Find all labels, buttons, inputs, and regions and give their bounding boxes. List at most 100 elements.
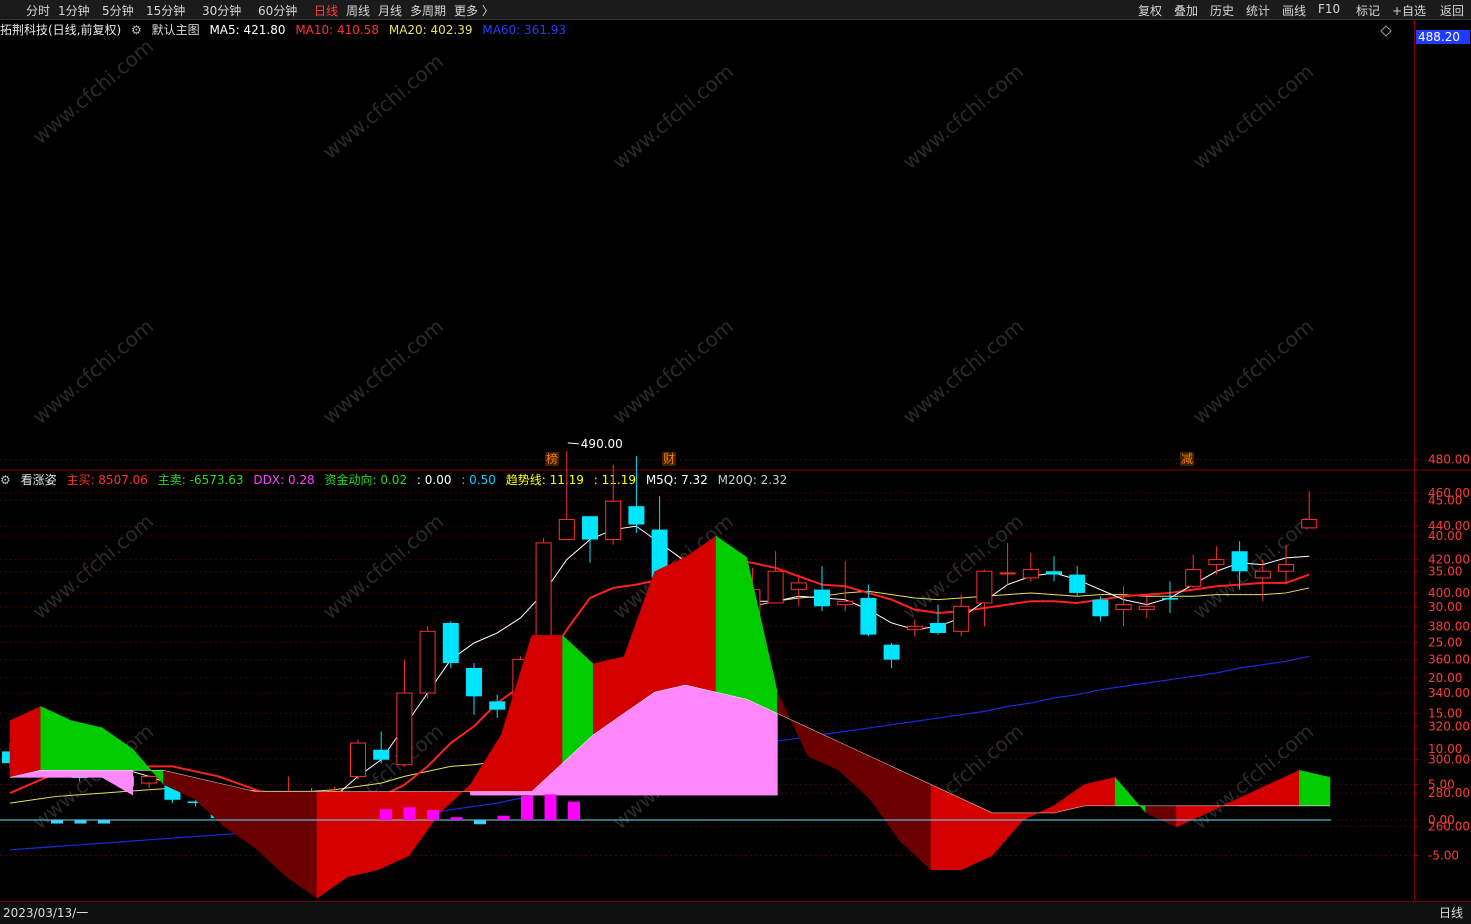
indicator-band-segment <box>40 706 72 771</box>
ddx-bar <box>474 820 486 825</box>
indicator-pink-area <box>715 691 747 796</box>
indicator-pink-area <box>685 684 717 796</box>
indicator-band-segment <box>1299 769 1331 807</box>
ddx-bar <box>98 820 110 824</box>
indicator-band-segment <box>408 791 441 857</box>
indicator-band-segment <box>378 791 410 871</box>
candle-body <box>141 775 158 784</box>
period-indicator[interactable]: 日线 <box>1439 904 1463 921</box>
event-tag: 减 <box>1181 452 1193 466</box>
watermark-text: www.cfchi.com <box>1188 314 1318 429</box>
candle-body <box>1278 564 1294 572</box>
ddx-bar <box>497 815 510 820</box>
indicator-band-segment <box>1145 805 1177 828</box>
high-price-annotation: 490.00 <box>581 437 623 451</box>
indicator-band-segment <box>316 791 348 899</box>
candle-body <box>373 749 390 760</box>
candle-body <box>535 542 552 652</box>
candle-body <box>1115 604 1132 611</box>
indicator-band-segment <box>992 812 1024 857</box>
indicator-tick-label: 5.00 <box>1428 778 1455 792</box>
candle-body <box>767 570 784 604</box>
candle-body <box>558 519 575 541</box>
candle-body <box>419 630 436 694</box>
price-tick-label: 380.00 <box>1428 619 1470 633</box>
indicator-tick-label: 15.00 <box>1428 707 1462 721</box>
current-price-tag: 488.20 <box>1416 30 1470 44</box>
ddx-bar <box>427 810 439 820</box>
indicator-band-segment <box>347 791 379 878</box>
watermark-text: www.cfchi.com <box>898 59 1028 174</box>
indicator-band-segment <box>1114 776 1147 814</box>
candle-body <box>814 589 830 607</box>
indicator-pink-area <box>654 684 686 796</box>
watermark-text: www.cfchi.com <box>318 509 448 624</box>
indicator-band-segment <box>1268 769 1300 807</box>
candle-body <box>396 692 413 766</box>
ddx-bar <box>403 807 416 820</box>
candle-body <box>1185 569 1202 587</box>
stock-chart-canvas[interactable]: www.cfchi.com www.cfchi.com www.cfchi.com w… <box>0 0 1471 901</box>
watermark-text: www.cfchi.com <box>28 509 158 624</box>
ddx-bar <box>74 820 87 824</box>
indicator-band-segment <box>1084 777 1116 807</box>
indicator-tick-label: -5.00 <box>1428 849 1459 863</box>
indicator-tick-label: 10.00 <box>1428 742 1462 756</box>
high-price-arrow <box>567 442 579 445</box>
candle-body <box>442 622 459 663</box>
watermark-text: www.cfchi.com <box>1188 59 1318 174</box>
candle-body <box>953 605 970 632</box>
candle-body <box>466 668 482 697</box>
candle-body <box>930 622 946 633</box>
candle-body <box>350 742 366 777</box>
candle-body <box>860 597 877 635</box>
indicator-band-segment <box>685 535 717 693</box>
candle-body <box>837 600 854 606</box>
price-tick-label: 480.00 <box>1428 453 1470 467</box>
watermark-text: www.cfchi.com <box>28 34 158 149</box>
watermark-text: www.cfchi.com <box>898 314 1028 429</box>
indicator-band-segment <box>715 535 747 700</box>
watermark-text: www.cfchi.com <box>1188 509 1318 624</box>
candle-body <box>605 500 622 541</box>
indicator-band-segment <box>1053 784 1085 814</box>
event-tag: 榜 <box>546 451 558 466</box>
candle-body <box>1254 570 1271 579</box>
indicator-band-segment <box>777 692 809 757</box>
price-tick-label: 320.00 <box>1428 719 1470 733</box>
indicator-pink-area <box>470 791 502 796</box>
indicator-band-segment <box>838 741 870 800</box>
ddx-bar <box>544 794 557 820</box>
indicator-tick-label: 45.00 <box>1428 494 1462 508</box>
watermark-text: www.cfchi.com <box>318 49 448 164</box>
cursor-date: 2023/03/13/一 <box>3 906 89 920</box>
candle-body <box>1092 599 1109 617</box>
indicator-band-segment <box>224 784 256 849</box>
time-axis-bar: 2023/03/13/一 日线 <box>0 901 1471 924</box>
candle-body <box>489 701 506 710</box>
indicator-pink-area <box>71 770 103 778</box>
candle-body <box>582 516 598 540</box>
indicator-band-segment <box>470 733 502 792</box>
ddx-bar <box>568 801 580 820</box>
indicator-band-segment <box>9 706 41 778</box>
event-tag: 财 <box>663 452 675 466</box>
watermark-text: www.cfchi.com <box>608 314 738 429</box>
indicator-band-segment <box>71 720 103 771</box>
ddx-bar <box>380 809 392 820</box>
candle-body <box>1162 597 1178 600</box>
candle-body <box>976 570 993 604</box>
watermark-text: www.cfchi.com <box>28 314 158 429</box>
candle-body <box>999 572 1016 575</box>
candle-body <box>1022 569 1039 579</box>
indicator-pink-area <box>101 770 134 796</box>
candle-body <box>883 644 900 660</box>
indicator-tick-label: 40.00 <box>1428 529 1462 543</box>
watermark-text: www.cfchi.com <box>608 59 738 174</box>
price-tick-label: 400.00 <box>1428 586 1470 600</box>
indicator-band-segment <box>255 791 287 878</box>
indicator-tick-label: 20.00 <box>1428 671 1462 685</box>
candle-body <box>628 506 645 525</box>
candle-body <box>1231 551 1248 572</box>
indicator-tick-label: 0.00 <box>1428 813 1455 827</box>
